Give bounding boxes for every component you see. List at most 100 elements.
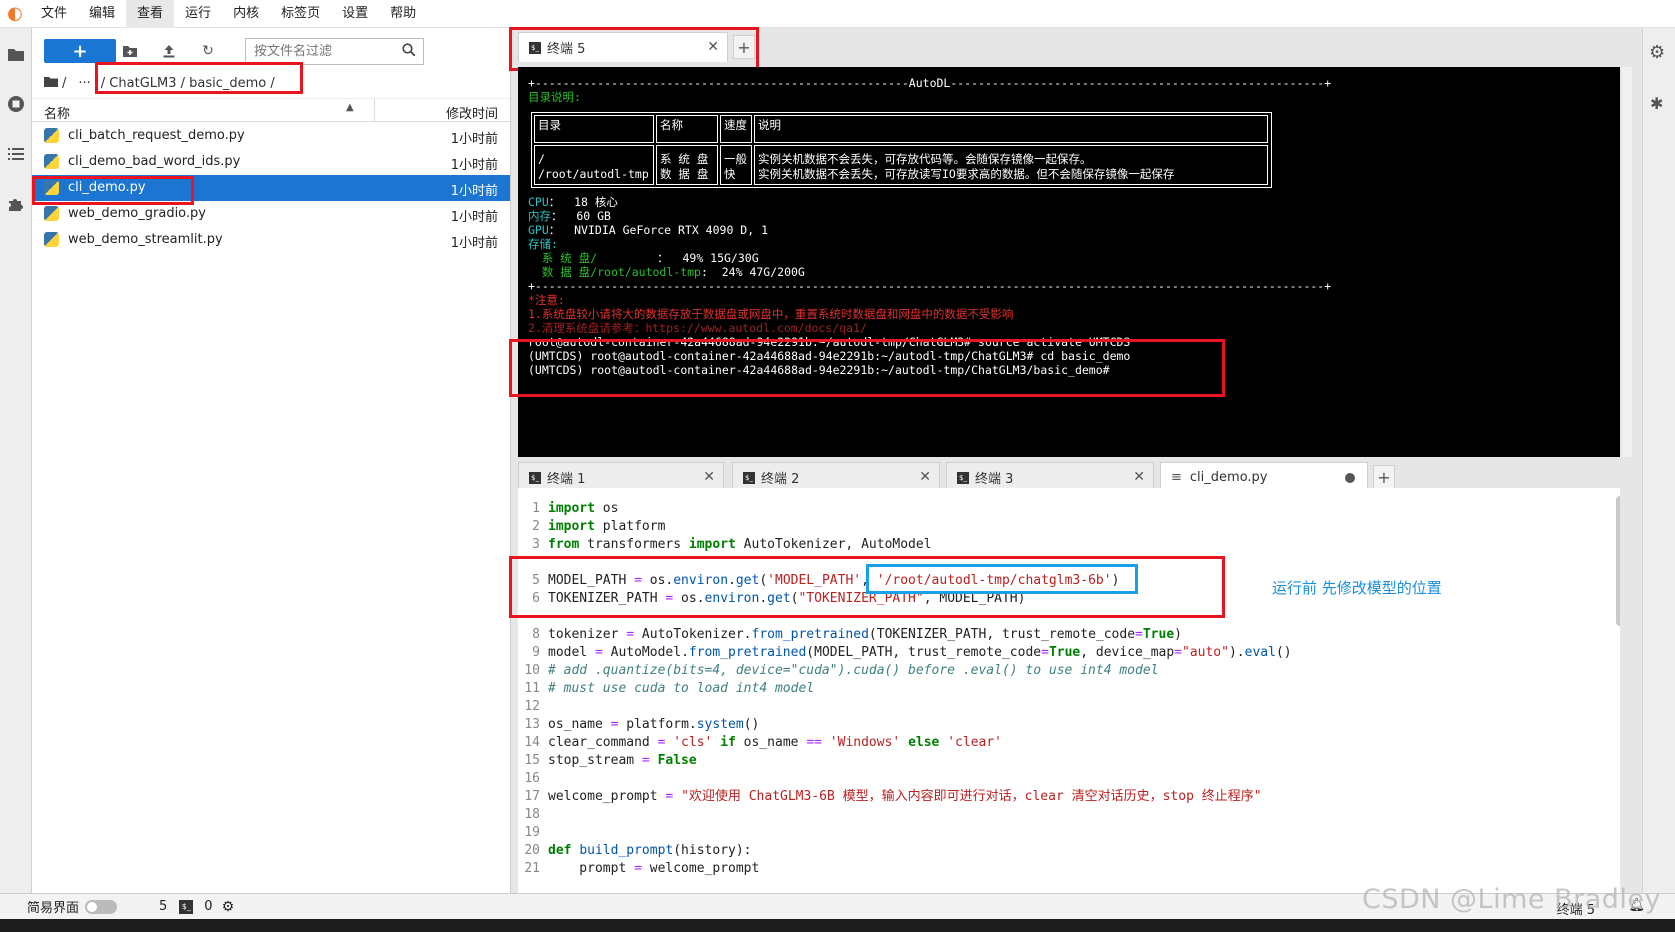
table-cell: 一般 快 [720,145,752,185]
python-file-icon [44,206,59,221]
file-name: cli_batch_request_demo.py [68,128,245,143]
breadcrumb-root[interactable]: / [62,76,66,91]
table-of-contents-icon[interactable] [4,142,28,166]
code-line: 3 from transformers import AutoTokenizer,… [532,537,932,552]
menu-tabs[interactable]: 标签页 [270,0,331,28]
column-modified-header[interactable]: 修改时间 [446,103,498,122]
tab-label: cli_demo.py [1189,470,1268,485]
terminal-command: root@autodl-container-42a44688ad-94e2291… [528,335,1131,349]
table-cell: 目录 [534,115,654,143]
file-row[interactable]: cli_batch_request_demo.py 1小时前 [32,123,510,149]
file-modified: 1小时前 [450,158,498,173]
terminal-icon: $_ [743,471,755,484]
kernel-gear-icon: ⚙ [221,898,235,915]
file-name: cli_demo_bad_word_ids.py [68,154,241,169]
code-line: 10 # add .quantize(bits=4, device="cuda")… [524,663,1159,678]
menu-edit[interactable]: 编辑 [78,0,126,28]
breadcrumb-home-folder-icon[interactable] [44,76,58,91]
table-cell: / /root/autodl-tmp [534,145,654,185]
unsaved-dot-icon[interactable] [1345,473,1355,483]
file-row[interactable]: web_demo_streamlit.py 1小时前 [32,227,510,253]
new-folder-icon[interactable] [118,39,142,63]
tab-label: 终端 2 [761,472,800,487]
file-browser-panel: + ↻ / ··· / ChatGLM3 / basic_demo / 名称 ▲… [32,28,511,893]
code-line: 11 # must use cuda to load int4 model [524,681,815,696]
file-modified: 1小时前 [450,236,498,251]
code-line: 19 [524,825,540,840]
terminal-icon: $_ [529,41,541,54]
breadcrumb-path[interactable]: / ChatGLM3 / basic_demo / [101,76,275,91]
file-row[interactable]: cli_demo_bad_word_ids.py 1小时前 [32,149,510,175]
table-cell: 说明 [754,115,1268,143]
file-row[interactable]: web_demo_gradio.py 1小时前 [32,201,510,227]
file-modified: 1小时前 [450,184,498,199]
breadcrumb-ellipsis[interactable]: ··· [78,76,90,91]
python-file-icon [44,180,59,195]
terminal-dir-desc: 目录说明: [528,90,581,104]
code-line: 9 model = AutoModel.from_pretrained(MODEL… [532,645,1292,660]
simple-mode-label: 简易界面 [27,901,80,916]
code-line: 13 os_name = platform.system() [524,717,760,732]
refresh-icon[interactable]: ↻ [196,39,220,63]
add-tab-button[interactable]: + [733,35,755,59]
terminal-scrollbar[interactable] [1622,67,1632,457]
tab-label: 终端 3 [975,472,1014,487]
folder-icon[interactable] [4,42,28,66]
running-kernels-icon[interactable] [4,92,28,116]
code-line: 8 tokenizer = AutoTokenizer.from_pretrain… [532,627,1182,642]
simple-mode-toggle[interactable] [85,899,118,914]
file-row-selected[interactable]: cli_demo.py 1小时前 [32,175,510,201]
close-icon[interactable]: ✕ [703,469,715,485]
add-tab-button[interactable]: + [1373,465,1395,489]
python-file-icon [44,154,59,169]
upload-icon[interactable] [157,39,181,63]
terminal-sys-disk: 系 统 盘/： 49% 15G/30G [528,251,759,265]
terminal-icon: $_ [179,899,194,914]
code-line: 17 welcome_prompt = "欢迎使用 ChatGLM3-6B 模型，… [524,789,1262,804]
code-line: 5 MODEL_PATH = os.environ.get('MODEL_PATH… [532,573,1120,588]
file-name: web_demo_gradio.py [68,206,206,221]
tab-terminal-5[interactable]: $_ 终端 5 ✕ [518,32,728,62]
jupyter-logo-icon: ◐ [7,3,23,24]
terminal-prompt: (UMTCDS) root@autodl-container-42a44688a… [528,363,1110,377]
kernel-count[interactable]: 0 [204,899,212,914]
terminal-rule-bottom: +---------------------------------------… [528,279,1332,293]
close-icon[interactable]: ✕ [707,39,719,55]
menu-view[interactable]: 查看 [126,0,175,28]
file-filter-field[interactable] [245,38,424,65]
code-line: 16 [524,771,540,786]
terminal-output[interactable]: +---------------------------------------… [518,67,1620,457]
code-line: 20 def build_prompt(history): [524,843,752,858]
editor-scrollbar[interactable] [1616,496,1620,626]
terminal-note-title: *注意: [528,293,565,307]
terminal-gpu: GPU： NVIDIA GeForce RTX 4090 D, 1 [528,223,768,237]
column-name-header[interactable]: 名称 [44,103,70,122]
code-line: 21 prompt = welcome_prompt [524,861,760,876]
extensions-puzzle-icon[interactable] [4,192,28,216]
menu-settings[interactable]: 设置 [331,0,379,28]
code-line: 6 TOKENIZER_PATH = os.environ.get("TOKENI… [532,591,1026,606]
debugger-bug-icon[interactable]: ✱ [1650,94,1663,113]
terminal-count[interactable]: 5 [159,899,167,914]
right-sidebar: ⚙ ✱ [1642,28,1675,893]
menu-kernel[interactable]: 内核 [222,0,270,28]
menu-help[interactable]: 帮助 [379,0,427,28]
close-icon[interactable]: ✕ [1133,469,1145,485]
terminal-mem: 内存： 60 GB [528,209,611,223]
table-cell: 实例关机数据不会丢失，可存放代码等。会随保存镜像一起保存。 实例关机数据不会丢失… [754,145,1268,185]
file-filter-input[interactable] [254,44,394,59]
new-launcher-button[interactable]: + [44,39,116,63]
menu-file[interactable]: 文件 [30,0,78,28]
property-inspector-gears-icon[interactable]: ⚙ [1649,42,1665,63]
tab-label: 终端 5 [547,42,586,57]
code-line: 12 [524,699,540,714]
table-cell: 系 统 盘 数 据 盘 [656,145,718,185]
terminal-data-disk: 数 据 盘/root/autodl-tmp: 24% 47G/200G [528,265,805,279]
code-line: 1 import os [532,501,619,516]
close-icon[interactable]: ✕ [919,469,931,485]
window-bottom-edge [0,919,1675,932]
menu-run[interactable]: 运行 [174,0,222,28]
breadcrumb: / ··· / ChatGLM3 / basic_demo / [44,72,275,94]
file-name: web_demo_streamlit.py [68,232,223,247]
code-editor[interactable]: 1 import os 2 import platform 3 from transf… [518,488,1620,893]
